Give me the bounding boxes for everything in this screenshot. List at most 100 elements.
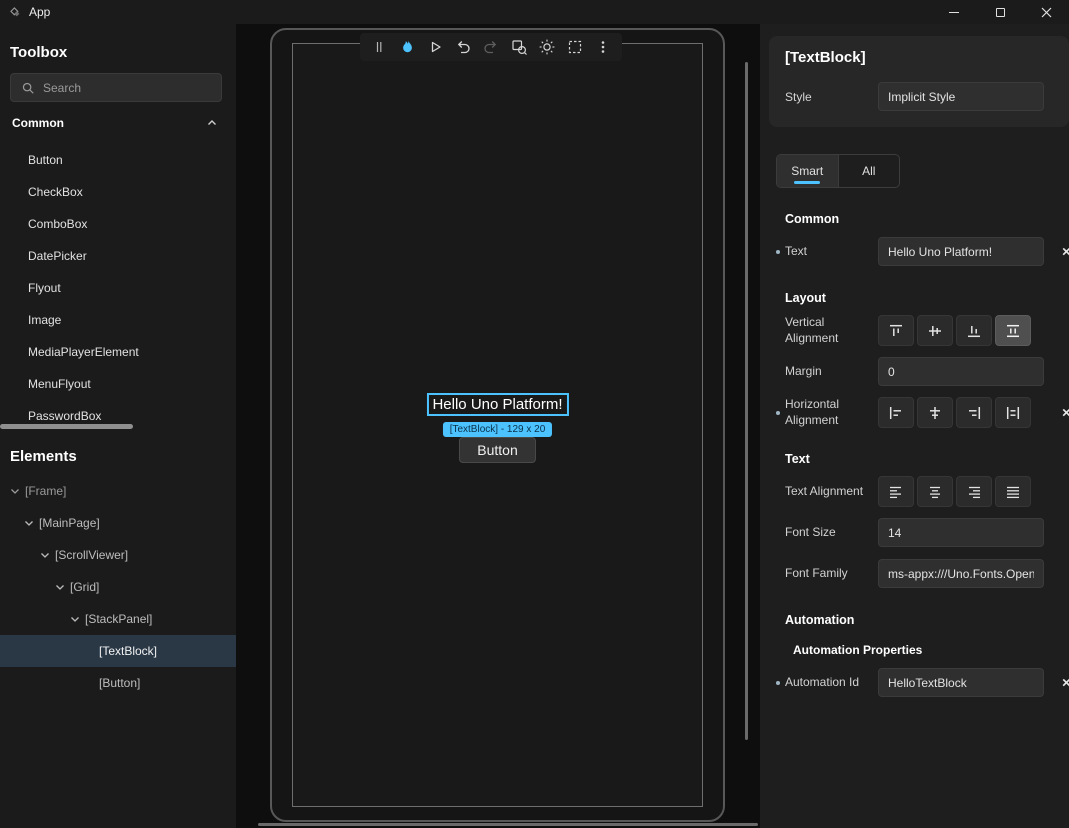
close-button[interactable]: [1023, 0, 1069, 24]
section-text: Text: [785, 452, 1069, 466]
chevron-down-icon[interactable]: [68, 613, 82, 625]
chevron-down-icon[interactable]: [53, 581, 67, 593]
search-icon: [21, 81, 35, 95]
toolbox-item-combobox[interactable]: ComboBox: [0, 208, 236, 240]
close-icon: [1041, 7, 1052, 18]
toolbox-item-button[interactable]: Button: [0, 144, 236, 176]
chevron-down-icon[interactable]: [22, 517, 36, 529]
titlebar: App: [0, 0, 1069, 24]
vertical-alignment-row: Vertical Alignment: [785, 315, 1069, 346]
tree-item-mainpage[interactable]: [MainPage]: [0, 507, 236, 539]
tree-item-label: [TextBlock]: [99, 644, 157, 658]
text-alignment-label: Text Alignment: [785, 484, 878, 500]
automation-id-row: Automation Id ×: [785, 667, 1069, 698]
margin-label: Margin: [785, 364, 878, 380]
tree-item-frame[interactable]: [Frame]: [0, 475, 236, 507]
automation-id-label: Automation Id: [785, 675, 878, 691]
selected-element-title: [TextBlock]: [785, 49, 1053, 66]
font-family-input[interactable]: [878, 559, 1044, 588]
text-property-input[interactable]: [878, 237, 1044, 266]
text-align-center-button[interactable]: [917, 476, 953, 507]
minimize-button[interactable]: [931, 0, 977, 24]
tree-item-button[interactable]: [Button]: [0, 667, 236, 699]
font-size-input[interactable]: [878, 518, 1044, 547]
text-alignment-row: Text Alignment: [785, 476, 1069, 507]
automation-id-input[interactable]: [878, 668, 1044, 697]
maximize-button[interactable]: [977, 0, 1023, 24]
section-automation: Automation: [785, 613, 1069, 627]
chevron-up-icon: [206, 117, 218, 129]
tab-smart-label: Smart: [791, 164, 823, 178]
redo-icon[interactable]: [480, 36, 502, 58]
app-title: App: [29, 5, 50, 19]
toolbox-search[interactable]: [10, 73, 222, 102]
element-picker-icon[interactable]: [508, 36, 530, 58]
margin-input[interactable]: [878, 357, 1044, 386]
text-property-row: Text ×: [785, 236, 1069, 267]
section-common: Common: [785, 212, 1069, 226]
toolbox-section-common[interactable]: Common: [0, 102, 236, 144]
toolbox-item-checkbox[interactable]: CheckBox: [0, 176, 236, 208]
canvas-button[interactable]: Button: [459, 437, 535, 463]
chevron-down-icon[interactable]: [8, 485, 22, 497]
text-align-justify-button[interactable]: [995, 476, 1031, 507]
toolbar-drag-handle-icon[interactable]: [368, 36, 390, 58]
chevron-down-icon[interactable]: [38, 549, 52, 561]
section-layout: Layout: [785, 291, 1069, 305]
device-frame: Hello Uno Platform! [TextBlock] - 129 x …: [270, 28, 725, 822]
toolbox-item-flyout[interactable]: Flyout: [0, 272, 236, 304]
modified-dot: [776, 411, 780, 415]
toolbox-item-datepicker[interactable]: DatePicker: [0, 240, 236, 272]
clipped-action-icon[interactable]: ×: [1062, 674, 1069, 691]
modified-dot: [776, 250, 780, 254]
toolbox-horizontal-scrollbar[interactable]: [0, 424, 133, 429]
toolbox-title: Toolbox: [0, 24, 236, 73]
tree-item-scrollviewer[interactable]: [ScrollViewer]: [0, 539, 236, 571]
search-input[interactable]: [43, 81, 211, 95]
design-canvas: Hello Uno Platform! [TextBlock] - 129 x …: [236, 24, 760, 828]
left-sidebar: Toolbox Common Button CheckBox ComboBox …: [0, 24, 236, 828]
play-button-icon[interactable]: [424, 36, 446, 58]
align-horizontal-center-button[interactable]: [917, 397, 953, 428]
tree-item-textblock[interactable]: [TextBlock]: [0, 635, 236, 667]
align-left-button[interactable]: [878, 397, 914, 428]
toolbox-item-mediaplayerelement[interactable]: MediaPlayerElement: [0, 336, 236, 368]
theme-sun-icon[interactable]: [536, 36, 558, 58]
toolbox-section-label: Common: [12, 116, 64, 130]
canvas-textblock-selected[interactable]: Hello Uno Platform!: [426, 393, 568, 416]
canvas-vertical-scrollbar[interactable]: [745, 62, 748, 740]
toolbox-item-menuflyout[interactable]: MenuFlyout: [0, 368, 236, 400]
text-property-label: Text: [785, 244, 878, 260]
align-right-button[interactable]: [956, 397, 992, 428]
clipped-action-icon[interactable]: ×: [1062, 243, 1069, 260]
clipped-action-icon[interactable]: ×: [1062, 404, 1069, 421]
text-align-right-button[interactable]: [956, 476, 992, 507]
undo-icon[interactable]: [452, 36, 474, 58]
hot-reload-flame-icon[interactable]: [396, 36, 418, 58]
vertical-alignment-label: Vertical Alignment: [785, 315, 878, 346]
align-vertical-center-button[interactable]: [917, 315, 953, 346]
tab-all[interactable]: All: [838, 155, 900, 187]
align-bottom-button[interactable]: [956, 315, 992, 346]
tree-item-grid[interactable]: [Grid]: [0, 571, 236, 603]
guidelines-icon[interactable]: [564, 36, 586, 58]
canvas-content-stack: Hello Uno Platform! [TextBlock] - 129 x …: [426, 393, 568, 463]
active-tab-underline: [794, 181, 820, 184]
text-align-left-button[interactable]: [878, 476, 914, 507]
align-vertical-stretch-button[interactable]: [995, 315, 1031, 346]
align-top-button[interactable]: [878, 315, 914, 346]
align-horizontal-stretch-button[interactable]: [995, 397, 1031, 428]
device-screen: Hello Uno Platform! [TextBlock] - 129 x …: [292, 43, 703, 807]
more-options-icon[interactable]: [592, 36, 614, 58]
tab-smart[interactable]: Smart: [777, 155, 838, 187]
tree-item-stackpanel[interactable]: [StackPanel]: [0, 603, 236, 635]
minimize-icon: [949, 12, 959, 13]
tree-item-label: [ScrollViewer]: [55, 548, 128, 562]
canvas-horizontal-scrollbar[interactable]: [258, 823, 758, 826]
tab-all-label: All: [862, 164, 875, 178]
selection-size-badge: [TextBlock] - 129 x 20: [443, 422, 553, 437]
toolbox-item-image[interactable]: Image: [0, 304, 236, 336]
style-label: Style: [785, 90, 878, 104]
style-input[interactable]: [878, 82, 1044, 111]
tree-item-label: [MainPage]: [39, 516, 100, 530]
